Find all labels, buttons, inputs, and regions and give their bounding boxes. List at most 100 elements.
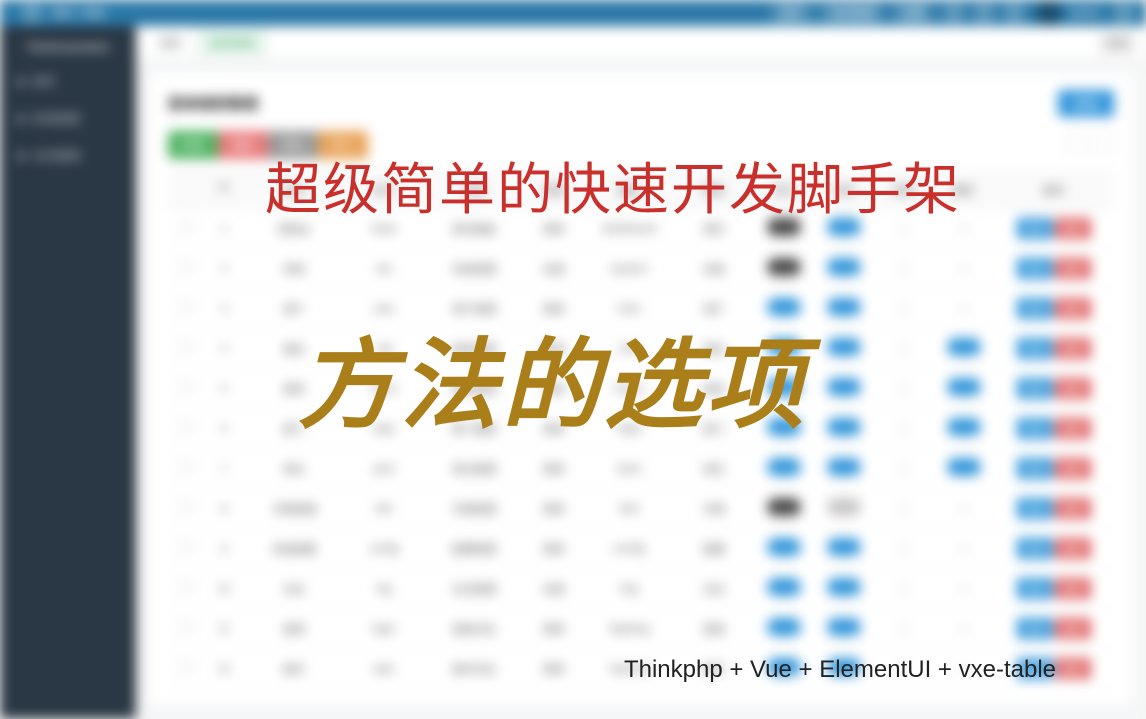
topbar-btn-2[interactable]: 系统管理 xyxy=(820,1,884,25)
switch-show[interactable] xyxy=(767,418,801,436)
tab-menu[interactable]: 菜单管理 xyxy=(196,29,268,57)
tab-close[interactable]: 关闭 xyxy=(1098,31,1136,55)
bell-icon[interactable] xyxy=(1004,3,1024,23)
cell-route: /system xyxy=(584,254,674,284)
delete-button[interactable]: 删除 xyxy=(1055,538,1091,559)
switch-cache[interactable] xyxy=(947,338,981,356)
edit-button[interactable]: 修改 xyxy=(1017,218,1053,239)
delete-button[interactable]: 删除 xyxy=(1055,498,1091,519)
switch-status[interactable] xyxy=(827,458,861,476)
delete-button[interactable]: 删除 xyxy=(1055,618,1091,639)
delete-button[interactable]: 删除 xyxy=(1055,418,1091,439)
table-row: 4角色role角色管理菜单/role角色—修改删除 xyxy=(168,329,1114,369)
sidebar-item-system[interactable]: 系统管理 xyxy=(0,100,136,137)
checkbox[interactable] xyxy=(180,581,192,593)
delete-button[interactable]: 删除 xyxy=(1055,218,1091,239)
delete-button[interactable]: 删除 xyxy=(1055,378,1091,399)
col-header: 操作 xyxy=(994,172,1114,208)
cell-name: 控制台 xyxy=(244,212,344,246)
edit-button[interactable]: 修改 xyxy=(1017,418,1053,439)
delete-button[interactable]: 删除 xyxy=(1055,298,1091,319)
cell-route: /dict xyxy=(584,494,674,524)
checkbox[interactable] xyxy=(180,301,192,313)
delete-button[interactable]: 删除 xyxy=(1055,658,1091,679)
switch-status[interactable] xyxy=(827,578,861,596)
edit-button[interactable]: 修改 xyxy=(1017,378,1053,399)
fullscreen-icon[interactable] xyxy=(974,3,994,23)
edit-button[interactable]: 修改 xyxy=(1017,258,1053,279)
avatar[interactable] xyxy=(1036,0,1062,26)
edit-button[interactable]: 修改 xyxy=(1017,298,1053,319)
switch-status[interactable] xyxy=(827,298,861,316)
switch-show[interactable] xyxy=(767,498,801,516)
toolbar-import[interactable]: 导入 xyxy=(318,131,368,159)
table-row: 2系统sys系统管理目录/system系统——修改删除 xyxy=(168,249,1114,289)
toolbar-delete[interactable]: 删除 xyxy=(218,131,268,159)
switch-status[interactable] xyxy=(827,618,861,636)
cell-route: /post xyxy=(584,454,674,484)
refresh-icon[interactable] xyxy=(1064,131,1086,153)
toolbar-add[interactable]: 新增 xyxy=(168,131,218,159)
edit-button[interactable]: 修改 xyxy=(1017,618,1053,639)
edit-button[interactable]: 修改 xyxy=(1017,658,1053,679)
sidebar-item-home[interactable]: 首页 xyxy=(0,63,136,100)
switch-show[interactable] xyxy=(767,378,801,396)
checkbox[interactable] xyxy=(180,381,192,393)
username[interactable]: admin xyxy=(1070,7,1100,19)
edit-button[interactable]: 修改 xyxy=(1017,538,1053,559)
edit-button[interactable]: 修改 xyxy=(1017,338,1053,359)
switch-cache[interactable] xyxy=(947,418,981,436)
topbar-btn-3[interactable]: 设置 xyxy=(892,1,934,25)
switch-cache[interactable] xyxy=(947,378,981,396)
toolbar-export[interactable]: 导出 xyxy=(268,131,318,159)
switch-status[interactable] xyxy=(827,658,861,676)
edit-button[interactable]: 修改 xyxy=(1017,458,1053,479)
tab-home[interactable]: 首页 xyxy=(146,29,196,57)
switch-status[interactable] xyxy=(827,378,861,396)
delete-button[interactable]: 删除 xyxy=(1055,458,1091,479)
switch-status[interactable] xyxy=(827,538,861,556)
menu-toggle-icon[interactable] xyxy=(22,3,42,23)
switch-show[interactable] xyxy=(767,458,801,476)
cell-name: 部门 xyxy=(244,412,344,446)
checkbox[interactable] xyxy=(180,541,192,553)
col-header: ID xyxy=(204,172,244,208)
sidebar-item-log[interactable]: 日志管理 xyxy=(0,137,136,174)
checkbox[interactable] xyxy=(180,261,192,273)
checkbox[interactable] xyxy=(180,421,192,433)
switch-show[interactable] xyxy=(767,538,801,556)
settings-icon[interactable] xyxy=(1114,3,1134,23)
search-icon[interactable] xyxy=(944,3,964,23)
switch-status[interactable] xyxy=(827,498,861,516)
cell-perm: 用户管理 xyxy=(424,292,524,326)
checkbox[interactable] xyxy=(180,661,192,673)
cell-sort: — xyxy=(874,614,934,644)
add-button[interactable]: 新增 xyxy=(1058,90,1114,117)
checkbox[interactable] xyxy=(180,461,192,473)
edit-button[interactable]: 修改 xyxy=(1017,578,1053,599)
switch-status[interactable] xyxy=(827,218,861,236)
cell-route: /operlog xyxy=(584,654,674,684)
checkbox[interactable] xyxy=(180,221,192,233)
column-icon[interactable] xyxy=(1092,131,1114,153)
switch-show[interactable] xyxy=(767,658,801,676)
switch-status[interactable] xyxy=(827,258,861,276)
checkbox[interactable] xyxy=(180,501,192,513)
switch-show[interactable] xyxy=(767,618,801,636)
switch-show[interactable] xyxy=(767,258,801,276)
switch-show[interactable] xyxy=(767,578,801,596)
switch-show[interactable] xyxy=(767,218,801,236)
checkbox[interactable] xyxy=(180,621,192,633)
delete-button[interactable]: 删除 xyxy=(1055,338,1091,359)
switch-show[interactable] xyxy=(767,338,801,356)
switch-show[interactable] xyxy=(767,298,801,316)
delete-button[interactable]: 删除 xyxy=(1055,578,1091,599)
topbar-btn-1[interactable]: 首页 xyxy=(770,1,812,25)
switch-cache[interactable] xyxy=(947,458,981,476)
checkbox[interactable] xyxy=(180,341,192,353)
cell-ident: dept xyxy=(344,414,424,444)
edit-button[interactable]: 修改 xyxy=(1017,498,1053,519)
switch-status[interactable] xyxy=(827,418,861,436)
delete-button[interactable]: 删除 xyxy=(1055,258,1091,279)
switch-status[interactable] xyxy=(827,338,861,356)
